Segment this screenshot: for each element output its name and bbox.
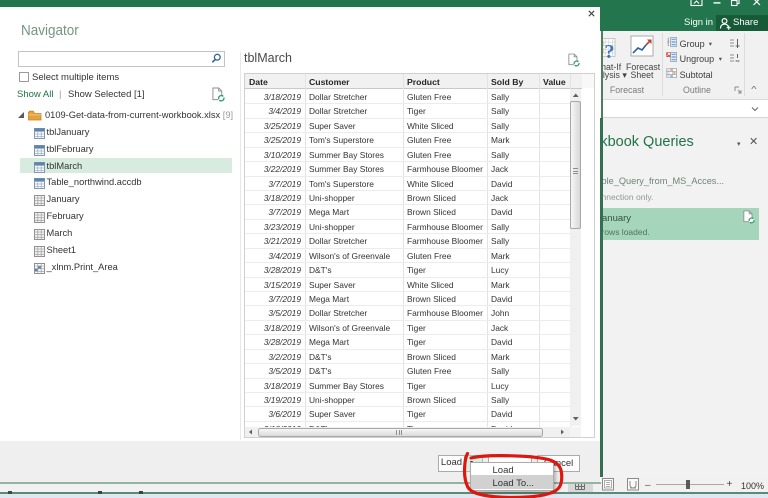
- svg-text:?: ?: [605, 41, 615, 60]
